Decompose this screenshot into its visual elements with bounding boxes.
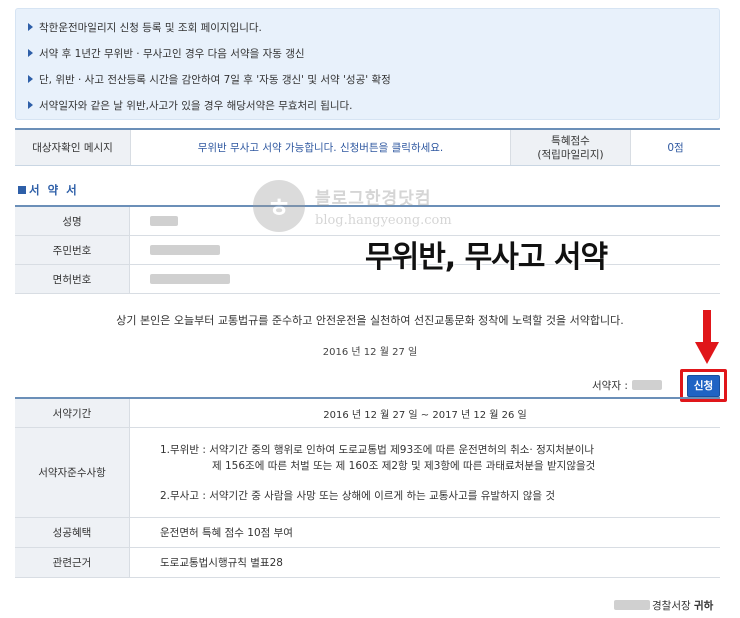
notice-item: 착한운전마일리지 신청 등록 및 조회 페이지입니다. <box>28 15 707 41</box>
watermark-url: blog.hangyeong.com <box>315 213 452 228</box>
rules-row: 서약자준수사항 1.무위반 : 서약기간 중의 행위로 인하여 도로교통법 제9… <box>15 428 720 518</box>
footer-honorific: 귀하 <box>693 600 714 612</box>
watermark-text: 블로그한경닷컴 blog.hangyeong.com <box>315 184 452 228</box>
period-row: 서약기간 2016 년 12 월 27 일 ~ 2017 년 12 월 26 일 <box>15 399 720 428</box>
blog-watermark: ㅎ 블로그한경닷컴 blog.hangyeong.com <box>253 180 452 232</box>
footer-suffix: 경찰서장 <box>652 600 691 612</box>
bullet-triangle-icon <box>28 23 33 31</box>
notice-text: 착한운전마일리지 신청 등록 및 조회 페이지입니다. <box>39 22 262 34</box>
signer: 서약자 : <box>592 378 662 393</box>
eligibility-status-table: 대상자확인 메시지 무위반 무사고 서약 가능합니다. 신청버튼을 클릭하세요.… <box>15 128 720 166</box>
rule2: 2.무사고 : 서약기간 중 사람을 사망 또는 상해에 이르게 하는 교통사고… <box>160 489 556 502</box>
pledge-date: 2016 년 12 월 27 일 <box>322 347 418 358</box>
basis-label: 관련근거 <box>15 548 130 577</box>
id-number-label: 주민번호 <box>15 236 130 264</box>
rules-value: 1.무위반 : 서약기간 중의 행위로 인하여 도로교통법 제93조에 따른 운… <box>130 428 720 517</box>
section-square-icon <box>18 186 26 194</box>
period-label: 서약기간 <box>15 399 130 427</box>
footer-addressee: 경찰서장 귀하 <box>614 598 713 613</box>
signer-label: 서약자 : <box>592 380 628 392</box>
section-title-text: 서 약 서 <box>29 183 79 197</box>
benefit-value: 운전면허 특혜 점수 10점 부여 <box>160 527 293 539</box>
bullet-triangle-icon <box>28 101 33 109</box>
pledge-statement: 상기 본인은 오늘부터 교통법규를 준수하고 안전운전을 실천하여 선진교통문화… <box>116 314 624 327</box>
points-label-line2: (적립마일리지) <box>537 148 604 161</box>
overlay-title: 무위반, 무사고 서약 <box>365 240 608 275</box>
rule1-line1: 1.무위반 : 서약기간 중의 행위로 인하여 도로교통법 제93조에 따른 운… <box>160 443 595 456</box>
watermark-logo-icon: ㅎ <box>253 180 305 232</box>
notice-item: 단, 위반 · 사고 전산등록 시간을 감안하여 7일 후 '자동 갱신' 및 … <box>28 67 707 93</box>
benefit-row: 성공혜택 운전면허 특혜 점수 10점 부여 <box>15 518 720 548</box>
blurred-signer-name <box>631 380 662 390</box>
check-message: 무위반 무사고 서약 가능합니다. 신청버튼을 클릭하세요. <box>130 130 510 165</box>
points-label-line1: 특혜점수 <box>551 134 590 147</box>
rule1-line2: 제 156조에 따른 처벌 또는 제 160조 제2항 및 제3항에 따른 과태… <box>212 459 596 472</box>
bullet-triangle-icon <box>28 75 33 83</box>
apply-button[interactable]: 신청 <box>687 374 720 397</box>
basis-value: 도로교통법시행규칙 별표28 <box>160 557 283 569</box>
basis-row: 관련근거 도로교통법시행규칙 별표28 <box>15 548 720 578</box>
notice-text: 서약일자와 같은 날 위반,사고가 있을 경우 해당서약은 무효처리 됩니다. <box>39 100 353 112</box>
pledge-details-table: 서약기간 2016 년 12 월 27 일 ~ 2017 년 12 월 26 일… <box>15 397 720 578</box>
blurred-id-number <box>150 245 220 255</box>
notice-text: 서약 후 1년간 무위반 · 무사고인 경우 다음 서약을 자동 갱신 <box>39 48 305 60</box>
name-label: 성명 <box>15 207 130 235</box>
watermark-title: 블로그한경닷컴 <box>315 189 432 209</box>
points-value: 0점 <box>630 130 720 165</box>
check-label: 대상자확인 메시지 <box>15 130 130 165</box>
red-arrow-icon <box>695 310 719 364</box>
blurred-name <box>150 216 178 226</box>
section-title: 서 약 서 <box>18 182 79 198</box>
notice-text: 단, 위반 · 사고 전산등록 시간을 감안하여 7일 후 '자동 갱신' 및 … <box>39 74 391 86</box>
blurred-station-name <box>614 600 650 610</box>
points-label: 특혜점수 (적립마일리지) <box>510 130 630 165</box>
period-value: 2016 년 12 월 27 일 ~ 2017 년 12 월 26 일 <box>323 409 527 421</box>
bullet-triangle-icon <box>28 49 33 57</box>
rules-label: 서약자준수사항 <box>15 428 130 517</box>
blurred-license-number <box>150 274 230 284</box>
notice-box: 착한운전마일리지 신청 등록 및 조회 페이지입니다. 서약 후 1년간 무위반… <box>15 8 720 120</box>
notice-item: 서약 후 1년간 무위반 · 무사고인 경우 다음 서약을 자동 갱신 <box>28 41 707 67</box>
benefit-label: 성공혜택 <box>15 518 130 547</box>
notice-item: 서약일자와 같은 날 위반,사고가 있을 경우 해당서약은 무효처리 됩니다. <box>28 93 707 119</box>
license-number-label: 면허번호 <box>15 265 130 293</box>
